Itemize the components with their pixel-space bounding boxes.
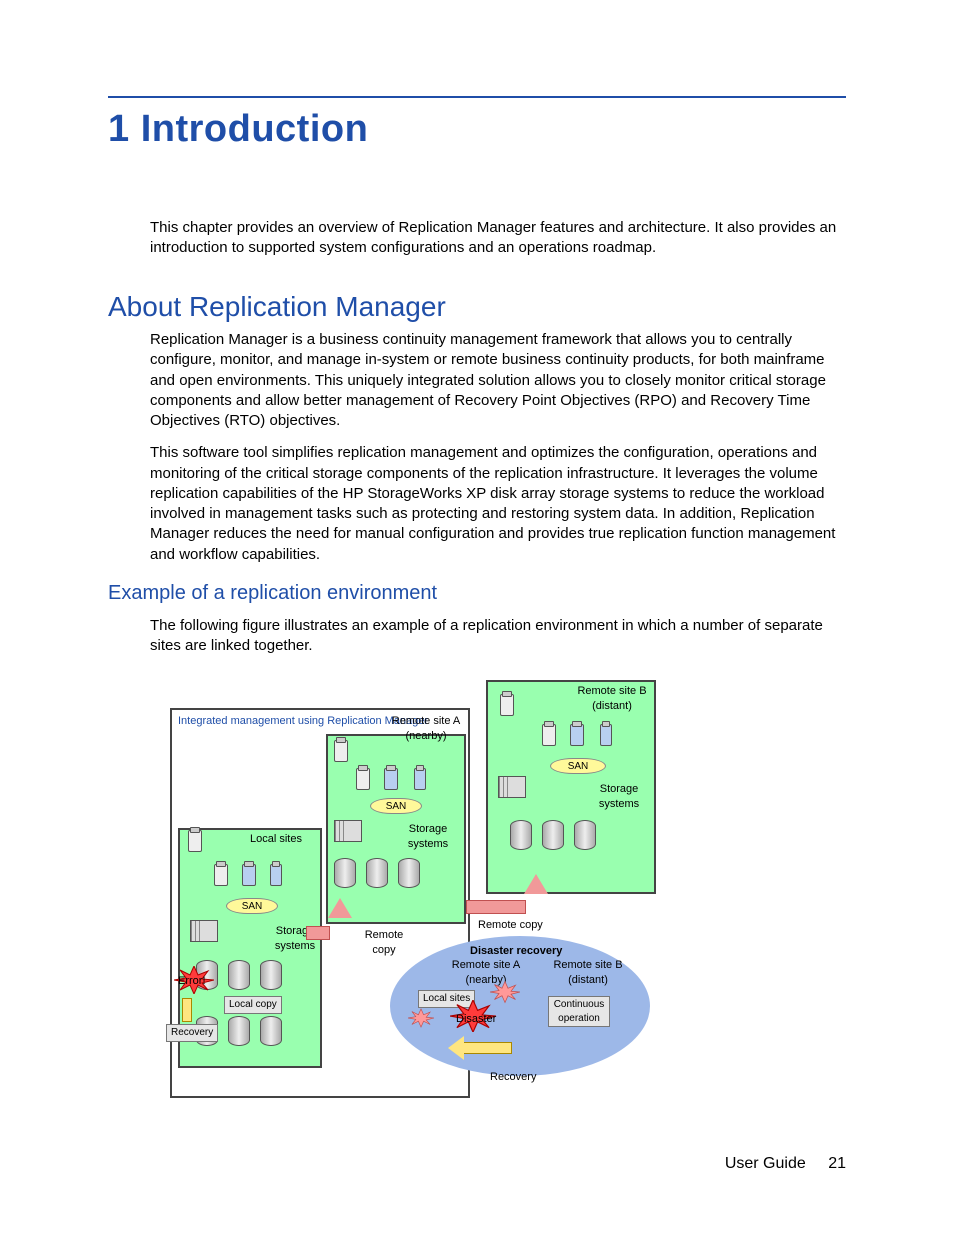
starburst-icon	[490, 980, 520, 1004]
server-icon	[500, 694, 514, 716]
figure-replication-environment: Integrated management using Replication …	[170, 680, 670, 1100]
chapter-title: Introduction	[141, 108, 369, 150]
arrow-icon	[462, 1042, 512, 1054]
san-label-local: SAN	[226, 898, 278, 914]
arrow-icon	[466, 900, 526, 914]
arrow-icon	[182, 998, 192, 1022]
arrow-head-icon	[448, 1036, 464, 1060]
server-icon	[242, 864, 256, 886]
remote-b-label: Remote site B (distant)	[572, 684, 652, 714]
server-icon	[356, 768, 370, 790]
server-icon	[542, 724, 556, 746]
error-label: Error!	[178, 974, 206, 989]
disaster-label: Disaster	[456, 1012, 496, 1027]
server-icon	[188, 830, 202, 852]
dr-remote-b-label: Remote site B (distant)	[548, 958, 628, 988]
chapter-intro: This chapter provides an overview of Rep…	[150, 218, 846, 259]
about-p1: Replication Manager is a business contin…	[150, 330, 846, 431]
cylinder-icon	[510, 820, 532, 850]
server-icon	[570, 724, 584, 746]
continuous-op-label: Continuous operation	[548, 996, 610, 1027]
remote-a-name: Remote site A	[392, 715, 460, 727]
remote-copy-label-short: Remote copy	[362, 928, 406, 958]
subsection-heading-example: Example of a replication environment	[108, 580, 437, 607]
cylinder-icon	[574, 820, 596, 850]
cylinder-icon	[260, 960, 282, 990]
server-icon	[214, 864, 228, 886]
subsection-body-example: The following figure illustrates an exam…	[150, 616, 846, 657]
chapter-heading: 1 Introduction	[108, 104, 368, 155]
san-label-a: SAN	[370, 798, 422, 814]
server-icon	[334, 740, 348, 762]
arrow-head-icon	[524, 874, 548, 894]
footer-page: 21	[828, 1155, 846, 1172]
rack-icon	[498, 776, 526, 798]
cylinder-icon	[542, 820, 564, 850]
footer-doc: User Guide	[725, 1155, 806, 1172]
server-icon	[384, 768, 398, 790]
local-copy-label: Local copy	[224, 996, 282, 1014]
server-icon	[270, 864, 282, 886]
dr-recovery-label: Recovery	[490, 1070, 536, 1085]
page-footer: User Guide 21	[725, 1153, 846, 1175]
cylinder-icon	[228, 960, 250, 990]
storage-systems-a: Storage systems	[400, 822, 456, 852]
server-icon	[414, 768, 426, 790]
dr-title: Disaster recovery	[470, 944, 562, 959]
server-icon	[600, 724, 612, 746]
storage-systems-b: Storage systems	[590, 782, 648, 812]
recovery-label-left: Recovery	[166, 1024, 218, 1042]
arrow-head-icon	[328, 898, 352, 918]
cylinder-icon	[398, 858, 420, 888]
arrow-icon	[306, 926, 330, 940]
rack-icon	[190, 920, 218, 942]
about-p2: This software tool simplifies replicatio…	[150, 443, 846, 565]
cylinder-icon	[260, 1016, 282, 1046]
remote-b-sub: (distant)	[592, 700, 632, 712]
san-label-b: SAN	[550, 758, 606, 774]
top-rule	[108, 96, 846, 98]
remote-a-sub: (nearby)	[406, 730, 447, 742]
remote-a-label: Remote site A (nearby)	[386, 714, 466, 744]
rack-icon	[334, 820, 362, 842]
local-sites-label: Local sites	[250, 832, 302, 847]
cylinder-icon	[334, 858, 356, 888]
starburst-icon	[408, 1008, 434, 1028]
section-heading-about: About Replication Manager	[108, 288, 446, 326]
cylinder-icon	[228, 1016, 250, 1046]
cylinder-icon	[366, 858, 388, 888]
chapter-number: 1	[108, 108, 130, 150]
remote-copy-label: Remote copy	[478, 918, 543, 933]
remote-b-name: Remote site B	[577, 685, 646, 697]
section-body-about: Replication Manager is a business contin…	[150, 330, 846, 577]
